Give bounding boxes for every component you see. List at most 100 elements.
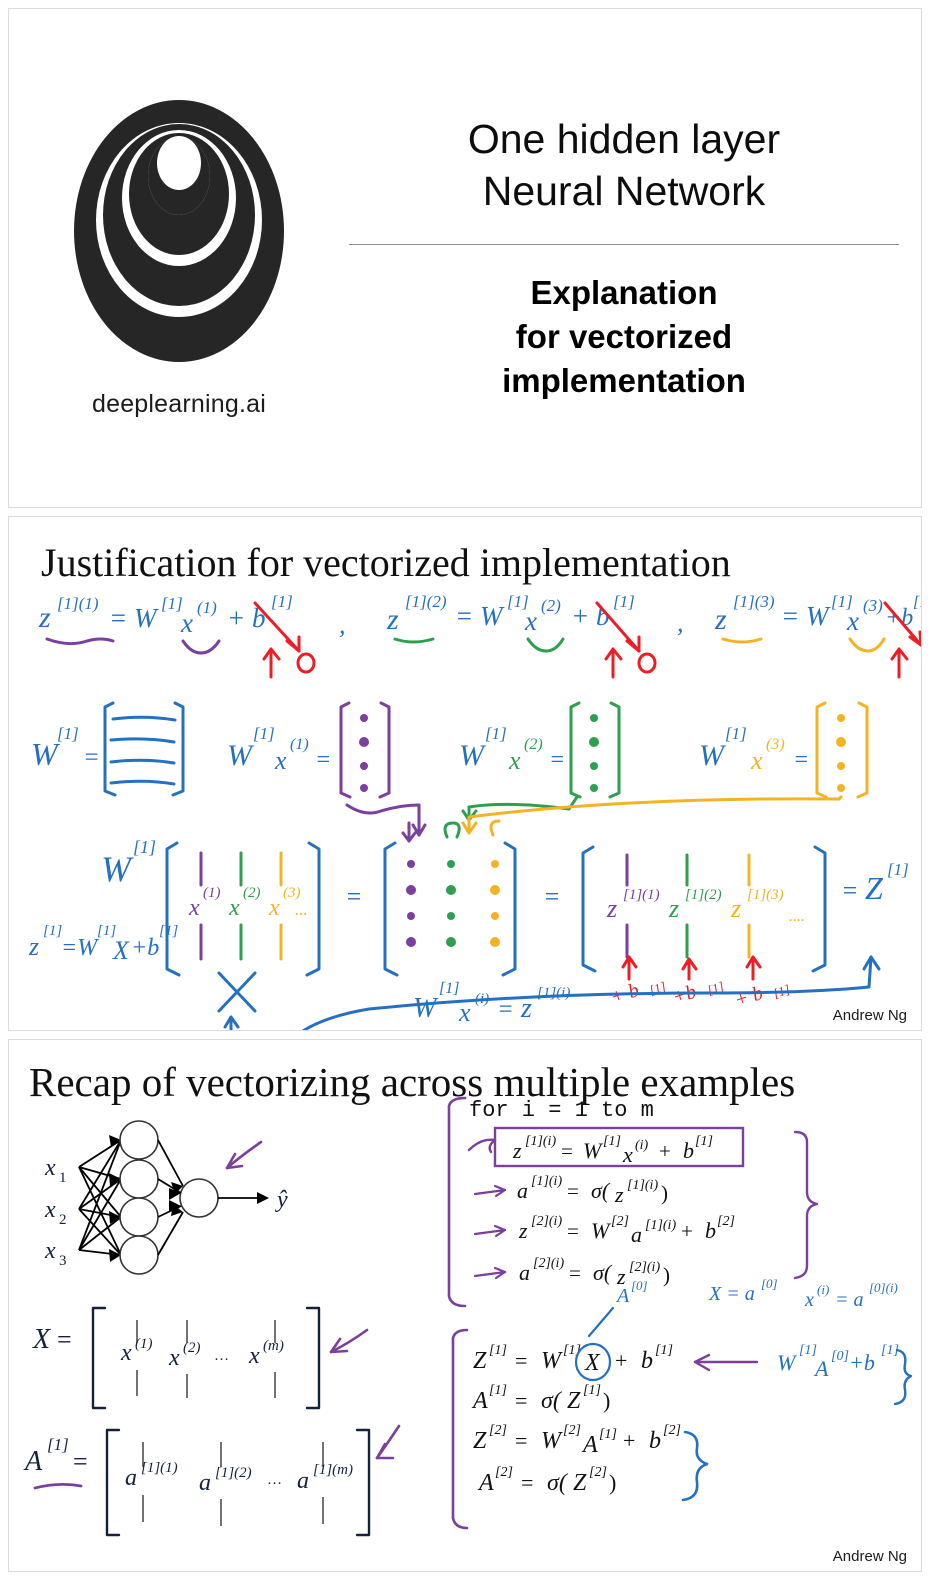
- svg-text:x: x: [804, 1289, 814, 1311]
- svg-text:W: W: [591, 1218, 611, 1243]
- svg-text:[1](1): [1](1): [623, 887, 660, 903]
- svg-text:x: x: [750, 746, 763, 775]
- svg-text:Z: Z: [473, 1348, 487, 1374]
- svg-text:[2]: [2]: [611, 1214, 629, 1229]
- title-divider: [349, 243, 899, 245]
- svg-text:…: …: [214, 1348, 229, 1364]
- svg-text:x: x: [268, 895, 280, 921]
- svg-text:(2): (2): [524, 736, 543, 753]
- svg-text:x: x: [248, 1343, 260, 1369]
- svg-text:σ(: σ(: [547, 1470, 569, 1496]
- svg-text:+b: +b: [670, 981, 699, 1009]
- svg-text:ŷ: ŷ: [275, 1187, 288, 1213]
- svg-text:[1](3): [1](3): [747, 887, 784, 903]
- svg-text:[1](3): [1](3): [733, 592, 775, 611]
- svg-text:=: =: [543, 882, 561, 911]
- w-matrix-rows: W [1] =: [31, 701, 185, 797]
- svg-text:A: A: [581, 1432, 598, 1458]
- svg-text:+: +: [623, 1428, 635, 1453]
- svg-text:[1]: [1]: [705, 978, 725, 997]
- svg-text:[1]: [1]: [913, 594, 922, 611]
- signature-justification: Andrew Ng: [832, 1007, 907, 1024]
- svg-text:x: x: [180, 608, 193, 638]
- svg-text:x: x: [524, 606, 537, 636]
- brand-column: deeplearning.ai: [9, 98, 349, 419]
- svg-text:(i): (i): [817, 1282, 829, 1297]
- svg-text:z: z: [730, 894, 741, 923]
- page-subtitle: Explanation for vectorized implementatio…: [502, 273, 746, 400]
- svg-text:a: a: [631, 1222, 642, 1247]
- svg-text:(m): (m): [263, 1338, 284, 1354]
- svg-text:A: A: [23, 1446, 43, 1477]
- svg-text:(i): (i): [635, 1138, 649, 1153]
- svg-text:=: =: [521, 1470, 533, 1495]
- wx-product-example2: W [1] x (2) =: [459, 701, 621, 822]
- svg-text:+b: +b: [131, 935, 159, 961]
- svg-text:[1](1): [1](1): [57, 594, 99, 613]
- a0-annotations: A [0] X = a [0] x (i) = a [0](i): [587, 1276, 898, 1338]
- recap-slide: Recap of vectorizing across multiple exa…: [8, 1039, 922, 1572]
- svg-text:Z: Z: [865, 870, 884, 906]
- svg-text:(2): (2): [183, 1340, 201, 1356]
- svg-text:x: x: [274, 746, 287, 775]
- svg-text:W: W: [541, 1428, 563, 1454]
- svg-text:[1]: [1]: [133, 837, 156, 857]
- svg-text:x: x: [622, 1142, 633, 1167]
- justification-handwriting-canvas: z [1](1) = W [1] x (1) + b [1] , z [1](2…: [9, 517, 922, 1030]
- brand-label: deeplearning.ai: [92, 389, 266, 418]
- svg-text:2: 2: [59, 1212, 67, 1228]
- svg-text:b: b: [649, 1428, 661, 1454]
- svg-text:x: x: [228, 895, 240, 921]
- svg-text:[0]: [0]: [831, 1349, 849, 1364]
- svg-text:[2]: [2]: [663, 1423, 681, 1438]
- svg-text:[1](1): [1](1): [141, 1460, 178, 1476]
- svg-text:[1](i): [1](i): [627, 1178, 658, 1193]
- slide-deck-page: deeplearning.ai One hidden layer Neural …: [0, 0, 932, 1580]
- svg-text:a: a: [519, 1260, 530, 1285]
- svg-text:(3): (3): [863, 596, 883, 615]
- svg-text:(1): (1): [197, 598, 217, 617]
- svg-text:x: x: [508, 746, 521, 775]
- svg-text:[2]: [2]: [489, 1423, 507, 1438]
- svg-text:W: W: [583, 1138, 603, 1163]
- svg-text:(1): (1): [290, 736, 309, 753]
- svg-text:[1]: [1]: [161, 594, 183, 613]
- svg-text:[2](i): [2](i): [629, 1260, 660, 1275]
- svg-text:[1]: [1]: [695, 1134, 713, 1149]
- svg-text:=: =: [567, 1219, 579, 1243]
- svg-text:[1](2): [1](2): [685, 887, 722, 903]
- svg-text:Z: Z: [573, 1470, 587, 1496]
- deeplearning-ai-logo: [72, 98, 287, 368]
- title-column: One hidden layer Neural Network Explanat…: [349, 113, 921, 404]
- svg-text:[1]: [1]: [271, 592, 293, 611]
- svg-text:[2]: [2]: [589, 1465, 607, 1480]
- svg-text:b: b: [641, 1348, 653, 1374]
- svg-text:[1]: [1]: [655, 1343, 673, 1358]
- signature-recap: Andrew Ng: [832, 1548, 907, 1565]
- page-title: One hidden layer Neural Network: [467, 115, 781, 215]
- matrix-A1: A [1] = a [1](1) a [1](2) … a [1](m): [23, 1424, 401, 1537]
- svg-text:): ): [661, 1181, 668, 1205]
- svg-text:=: =: [515, 1388, 527, 1413]
- svg-text:[2](i): [2](i): [531, 1214, 562, 1229]
- svg-text:x: x: [188, 895, 200, 921]
- recap-content-canvas: x 1 x 2 x 3 ŷ X = x (1) x (2) … x (m) A …: [9, 1040, 921, 1571]
- svg-text:=: =: [57, 1325, 72, 1354]
- svg-text:b: b: [705, 1218, 716, 1243]
- svg-text:[1]: [1]: [439, 980, 459, 997]
- svg-text:[1](i): [1](i): [525, 1134, 556, 1149]
- svg-text:(2): (2): [243, 885, 261, 901]
- svg-text:z: z: [518, 1218, 528, 1243]
- svg-text:[1]: [1]: [489, 1343, 507, 1358]
- svg-text:b: b: [683, 1138, 694, 1163]
- svg-text:(2): (2): [541, 596, 561, 615]
- svg-text:σ(: σ(: [593, 1260, 613, 1285]
- svg-text:[1]: [1]: [47, 1435, 69, 1454]
- svg-text:z: z: [606, 894, 617, 923]
- svg-text:[1]: [1]: [489, 1383, 507, 1398]
- neural-network-diagram: x 1 x 2 x 3 ŷ: [44, 1120, 288, 1275]
- svg-text:+: +: [615, 1348, 627, 1373]
- svg-text:W: W: [777, 1350, 797, 1375]
- equation-z1-example1: z [1](1) = W [1] x (1) + b [1] ,: [38, 592, 346, 679]
- svg-text:[1]: [1]: [563, 1343, 581, 1358]
